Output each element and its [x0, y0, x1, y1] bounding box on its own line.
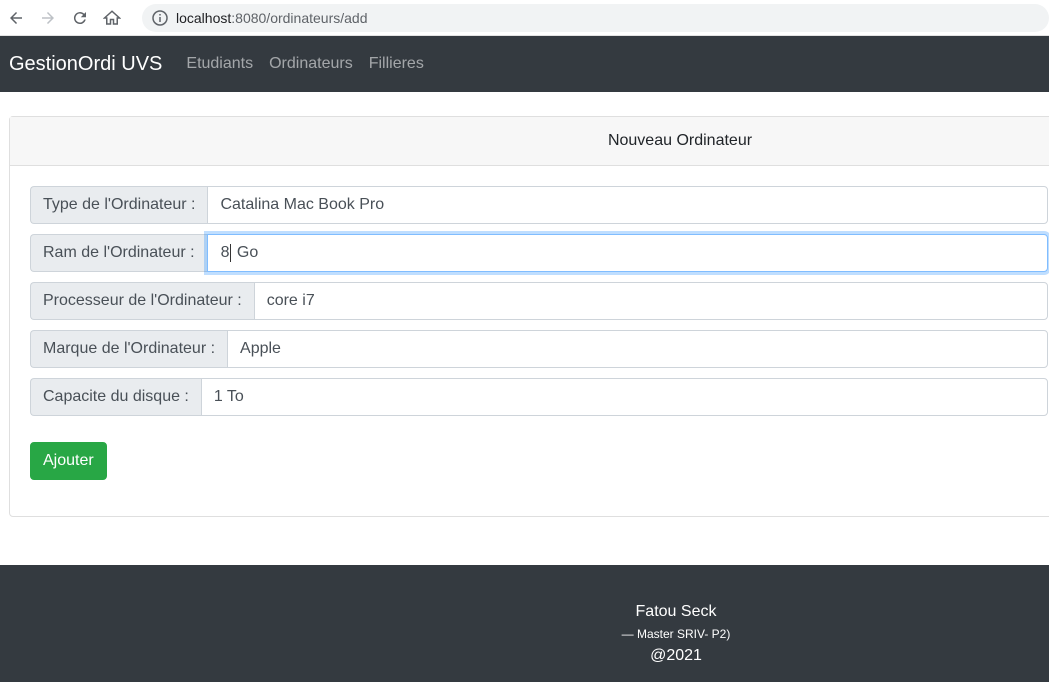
- form-body: Type de l'Ordinateur : Catalina Mac Book…: [10, 166, 1049, 500]
- field-marque: Marque de l'Ordinateur : Apple: [30, 330, 1048, 368]
- text-caret: [230, 244, 232, 262]
- field-type-input[interactable]: Catalina Mac Book Pro: [207, 186, 1048, 224]
- field-processeur-input[interactable]: core i7: [253, 282, 1048, 320]
- field-ram: Ram de l'Ordinateur : 8 Go: [30, 234, 1048, 272]
- nav-link-etudiants[interactable]: Etudiants: [186, 55, 253, 73]
- field-ram-value-start: 8: [220, 244, 230, 261]
- field-ram-label: Ram de l'Ordinateur :: [30, 234, 207, 272]
- field-processeur: Processeur de l'Ordinateur : core i7: [30, 282, 1048, 320]
- field-capacite: Capacite du disque : 1 To: [30, 378, 1048, 416]
- forward-icon[interactable]: [32, 2, 64, 34]
- url-path: :8080/ordinateurs/add: [231, 9, 368, 26]
- nav-link-ordinateurs[interactable]: Ordinateurs: [269, 55, 353, 73]
- field-capacite-label: Capacite du disque :: [30, 378, 201, 416]
- field-type-label: Type de l'Ordinateur :: [30, 186, 208, 224]
- footer-name: Fatou Seck: [635, 603, 717, 620]
- footer: Fatou Seck — Master SRIV- P2) @2021: [0, 565, 1049, 682]
- reload-icon[interactable]: [64, 2, 96, 34]
- field-marque-input[interactable]: Apple: [227, 330, 1048, 368]
- field-ram-input[interactable]: 8 Go: [206, 234, 1048, 272]
- url-host: localhost: [176, 9, 232, 26]
- footer-subtitle: — Master SRIV- P2): [621, 627, 731, 641]
- field-processeur-label: Processeur de l'Ordinateur :: [30, 282, 254, 320]
- ajouter-button[interactable]: Ajouter: [30, 442, 107, 480]
- form-card: Nouveau Ordinateur Type de l'Ordinateur …: [9, 116, 1049, 517]
- browser-toolbar: localhost:8080/ordinateurs/add: [0, 0, 1049, 36]
- back-icon[interactable]: [0, 2, 32, 34]
- field-marque-label: Marque de l'Ordinateur :: [30, 330, 228, 368]
- address-bar[interactable]: localhost:8080/ordinateurs/add: [142, 3, 1049, 32]
- home-icon[interactable]: [96, 2, 128, 34]
- nav-link-fillieres[interactable]: Fillieres: [369, 55, 424, 73]
- field-ram-value-end: Go: [232, 244, 259, 261]
- navbar: GestionOrdi UVS Etudiants Ordinateurs Fi…: [0, 36, 1049, 92]
- field-type: Type de l'Ordinateur : Catalina Mac Book…: [30, 186, 1048, 224]
- navbar-brand[interactable]: GestionOrdi UVS: [9, 53, 162, 76]
- field-capacite-input[interactable]: 1 To: [200, 378, 1048, 416]
- card-title: Nouveau Ordinateur: [10, 117, 1049, 166]
- info-icon[interactable]: [152, 9, 168, 26]
- footer-year: @2021: [650, 647, 702, 664]
